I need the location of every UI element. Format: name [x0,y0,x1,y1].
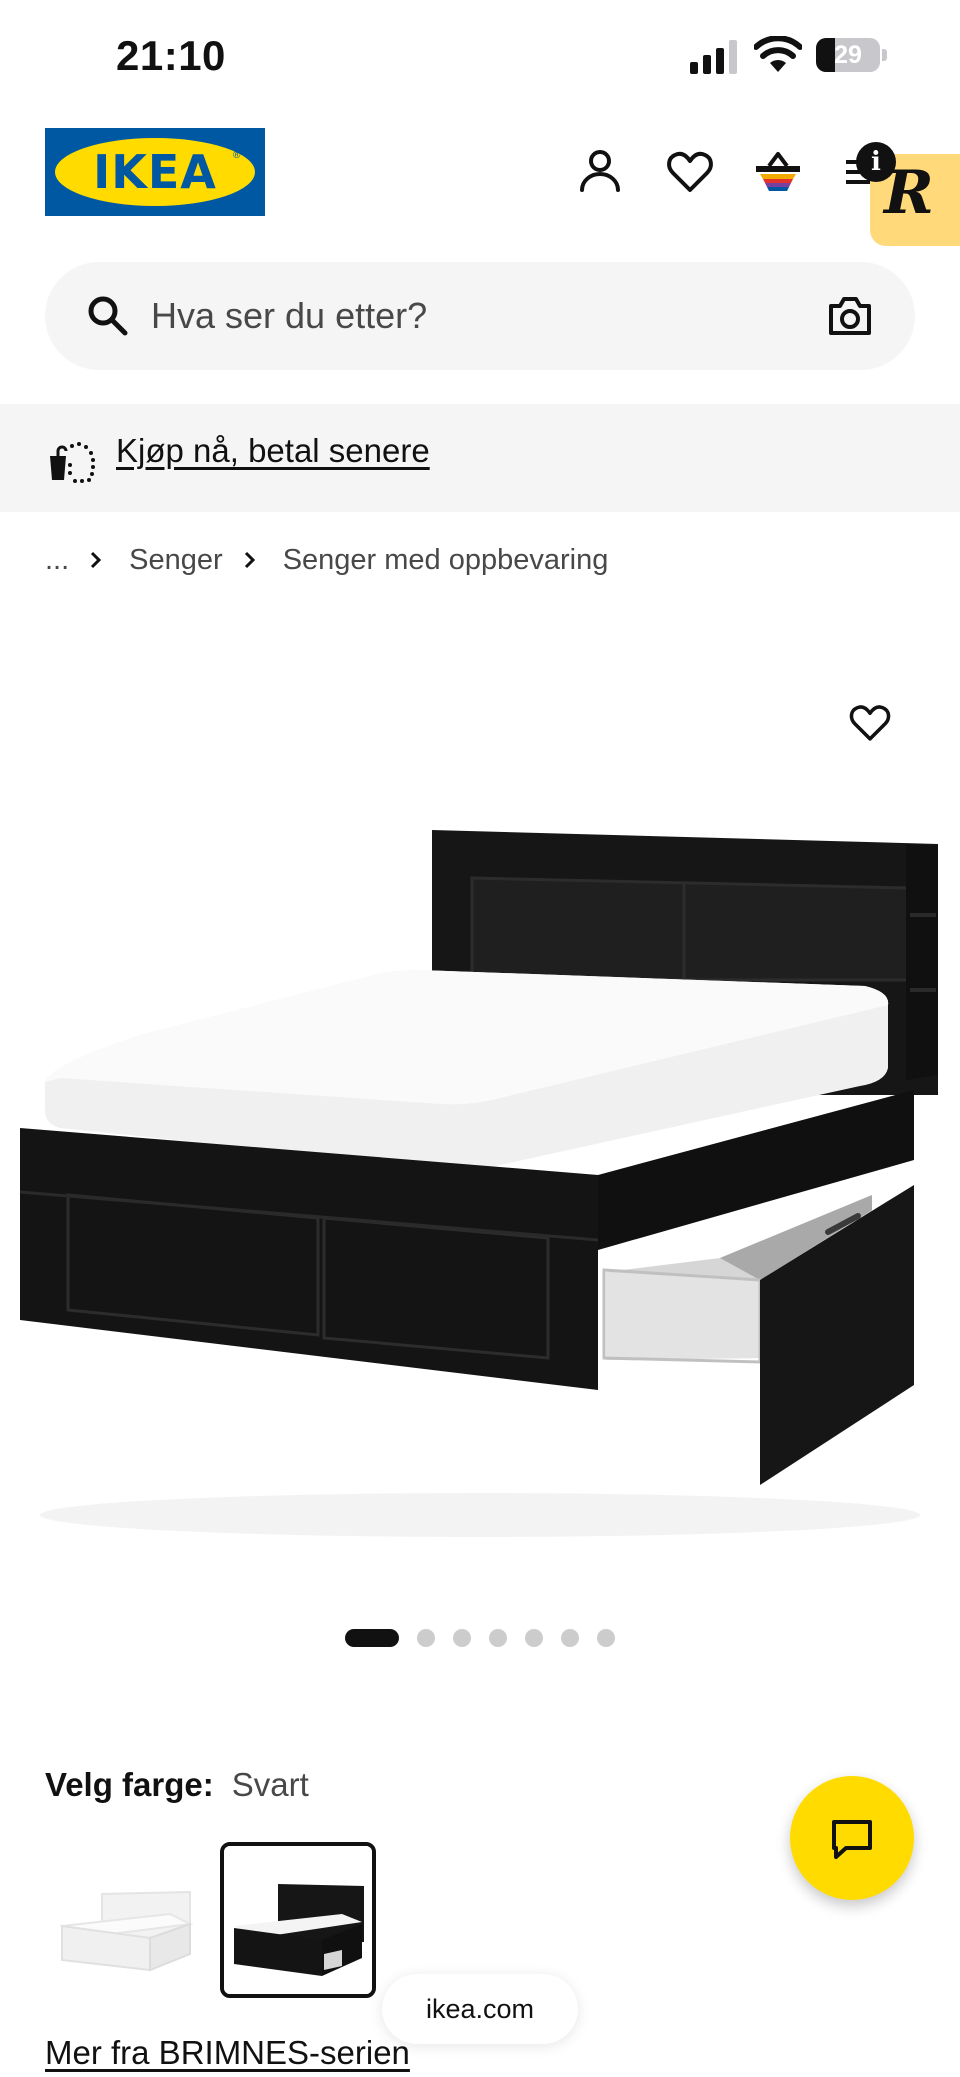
product-image[interactable] [0,620,960,1600]
buy-now-pay-later-link[interactable]: Kjøp nå, betal senere [116,432,430,470]
color-label: Velg farge: [45,1766,214,1803]
breadcrumb: ... Senger Senger med oppbevaring [45,538,608,582]
heart-icon[interactable] [664,146,716,198]
wifi-icon [754,36,802,72]
chevron-right-icon [91,551,102,569]
info-badge[interactable]: i [856,142,896,182]
gallery-dot[interactable] [489,1629,507,1647]
status-time: 21:10 [116,32,226,79]
chat-button[interactable] [790,1776,914,1900]
search-bar [45,262,915,370]
gallery-dot[interactable] [561,1629,579,1647]
battery-level: 29 [834,41,862,69]
search-icon[interactable] [85,293,131,339]
shopping-bag-icon[interactable] [752,146,804,198]
status-bar: 21:10 29 [0,0,960,110]
color-swatch-white[interactable] [50,1842,206,1998]
gallery-dot[interactable] [345,1629,399,1647]
color-swatch-black[interactable] [220,1842,376,1998]
browser-url-bar[interactable]: ikea.com [382,1974,578,2044]
ikea-logo[interactable]: IKEA ® [45,128,265,216]
gallery-pagination[interactable] [0,1626,960,1650]
search-input[interactable] [151,288,751,344]
gallery-dot[interactable] [417,1629,435,1647]
color-selector-label: Velg farge: Svart [45,1766,309,1804]
cellular-signal-icon [690,40,737,74]
breadcrumb-item-storage-beds[interactable]: Senger med oppbevaring [283,544,609,577]
series-link[interactable]: Mer fra BRIMNES-serien [45,2034,410,2072]
color-value: Svart [231,1766,309,1803]
site-header: IKEA ® R i [0,120,960,246]
chat-icon [832,1820,872,1859]
chevron-right-icon [244,551,255,569]
profile-icon[interactable] [574,146,626,198]
gallery-dot[interactable] [525,1629,543,1647]
logo-text: IKEA [93,145,217,199]
battery-icon: 29 [816,38,888,72]
gallery-dot[interactable] [597,1629,615,1647]
camera-icon[interactable] [827,294,873,338]
breadcrumb-ellipsis[interactable]: ... [45,544,69,577]
bag-dotted-icon [50,442,95,483]
favorite-product-icon[interactable] [846,700,894,746]
breadcrumb-item-senger[interactable]: Senger [129,544,223,577]
promo-banner: Kjøp nå, betal senere [0,404,960,512]
gallery-dot[interactable] [453,1629,471,1647]
